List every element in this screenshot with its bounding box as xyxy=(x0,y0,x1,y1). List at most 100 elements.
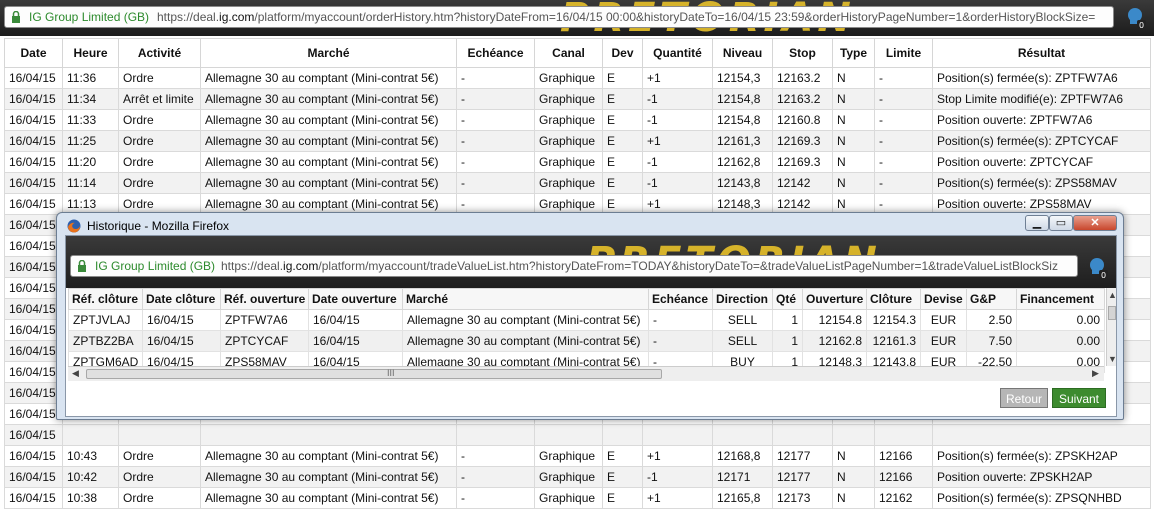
table-cell: E xyxy=(602,445,643,467)
scroll-grip: III xyxy=(387,368,395,378)
column-header[interactable]: Devise xyxy=(920,288,967,310)
table-cell: 16/04/15 xyxy=(4,214,63,236)
table-cell: N xyxy=(832,67,875,89)
column-header[interactable]: Réf. ouverture xyxy=(220,288,309,310)
table-row[interactable]: 16/04/15 11:25 Ordre Allemagne 30 au compta… xyxy=(4,130,1151,152)
column-header[interactable]: Direction xyxy=(712,288,773,310)
addon-badge: 0 xyxy=(1101,271,1106,280)
minimize-button[interactable]: ▁ xyxy=(1025,215,1049,231)
horizontal-scrollbar[interactable]: ◀ III ▶ xyxy=(68,366,1104,381)
table-row[interactable]: 16/04/15 11:36 Ordre Allemagne 30 au compta… xyxy=(4,67,1151,89)
table-cell: 1 xyxy=(772,309,803,331)
table-row[interactable]: 16/04/15 11:34 Arrêt et limite Allemagne 30… xyxy=(4,88,1151,110)
table-row[interactable]: 16/04/15 10:43 Ordre Allemagne 30 au compta… xyxy=(4,445,1151,467)
column-header[interactable]: Clôture xyxy=(866,288,921,310)
table-row[interactable]: 16/04/15 11:33 Ordre Allemagne 30 au compta… xyxy=(4,109,1151,131)
column-header[interactable]: Marché xyxy=(402,288,649,310)
table-cell: 12154,8 xyxy=(712,109,773,131)
table-cell: 12166 xyxy=(874,466,933,488)
column-header[interactable]: Echéance xyxy=(648,288,713,310)
column-header[interactable]: Activité xyxy=(118,38,201,68)
scroll-left-icon[interactable]: ◀ xyxy=(72,368,79,379)
maximize-button[interactable]: ▭ xyxy=(1049,215,1073,231)
column-header[interactable]: Date ouverture xyxy=(308,288,403,310)
table-cell: 1 xyxy=(772,330,803,352)
table-cell: -1 xyxy=(642,109,713,131)
column-header[interactable]: Résultat xyxy=(932,38,1151,68)
table-cell: - xyxy=(874,67,933,89)
table-row[interactable]: 16/04/15 11:20 Ordre Allemagne 30 au compta… xyxy=(4,151,1151,173)
column-header[interactable]: Heure xyxy=(62,38,119,68)
column-header[interactable]: Quantité xyxy=(642,38,713,68)
url-bar[interactable]: IG Group Limited (GB) https://deal.ig.co… xyxy=(4,6,1114,28)
table-cell: 16/04/15 xyxy=(308,330,403,352)
trade-history-table: Réf. clôture Date clôture Réf. ouverture Da… xyxy=(68,288,1105,373)
table-cell: Allemagne 30 au comptant (Mini-contrat 5… xyxy=(402,309,649,331)
close-button[interactable]: ✕ xyxy=(1073,215,1117,231)
table-cell: 16/04/15 xyxy=(4,88,63,110)
table-cell: Ordre xyxy=(118,109,201,131)
table-cell: N xyxy=(832,130,875,152)
addon-icon[interactable]: 0 xyxy=(1088,256,1108,280)
table-cell: SELL xyxy=(712,330,773,352)
table-cell: - xyxy=(456,172,535,194)
column-header[interactable]: Stop xyxy=(772,38,833,68)
table-cell: ZPTBZ2BA xyxy=(68,330,143,352)
scroll-down-icon[interactable]: ▼ xyxy=(1108,354,1116,364)
back-button[interactable]: Retour xyxy=(1000,388,1048,408)
scroll-thumb[interactable]: III xyxy=(86,368,662,379)
column-header[interactable]: G&P xyxy=(966,288,1017,310)
column-header[interactable]: Type xyxy=(832,38,875,68)
url-text[interactable]: https://deal.ig.com/platform/myaccount/o… xyxy=(157,10,1095,24)
table-cell: 16/04/15 xyxy=(4,151,63,173)
table-cell: E xyxy=(602,466,643,488)
table-cell xyxy=(712,424,773,446)
column-header[interactable]: Niveau xyxy=(712,38,773,68)
next-button[interactable]: Suivant xyxy=(1052,388,1106,408)
column-header[interactable]: Financement xyxy=(1016,288,1105,310)
table-row[interactable]: ZPTBZ2BA 16/04/15 ZPTCYCAF 16/04/15 Allemagn… xyxy=(68,330,1105,352)
table-cell: 16/04/15 xyxy=(142,330,221,352)
column-header[interactable]: Marché xyxy=(200,38,457,68)
site-identity[interactable]: IG Group Limited (GB) xyxy=(29,10,149,24)
column-header[interactable]: Echéance xyxy=(456,38,535,68)
table-cell: 7.50 xyxy=(966,330,1017,352)
scroll-right-icon[interactable]: ▶ xyxy=(1092,368,1099,379)
table-row[interactable]: ZPTJVLAJ 16/04/15 ZPTFW7A6 16/04/15 Allemagn… xyxy=(68,309,1105,331)
site-identity[interactable]: IG Group Limited (GB) xyxy=(95,259,215,273)
url-text[interactable]: https://deal.ig.com/platform/myaccount/t… xyxy=(221,259,1058,273)
table-cell: Ordre xyxy=(118,445,201,467)
column-header[interactable]: Date clôture xyxy=(142,288,221,310)
table-cell: 12166 xyxy=(874,445,933,467)
table-cell: - xyxy=(456,130,535,152)
popup-url-bar[interactable]: IG Group Limited (GB) https://deal.ig.co… xyxy=(70,255,1078,277)
table-cell: 11:14 xyxy=(62,172,119,194)
column-header[interactable]: Dev xyxy=(602,38,643,68)
table-cell: 12173 xyxy=(772,487,833,509)
table-cell: 12177 xyxy=(772,466,833,488)
popup-content: PRETORIAN IG Group Limited (GB) https://… xyxy=(65,235,1117,417)
table-cell: E xyxy=(602,109,643,131)
column-header[interactable]: Ouverture xyxy=(802,288,867,310)
table-cell: - xyxy=(874,109,933,131)
column-header[interactable]: Canal xyxy=(534,38,603,68)
table-cell: ZPTFW7A6 xyxy=(220,309,309,331)
table-cell: Stop Limite modifié(e): ZPTFW7A6 xyxy=(932,88,1151,110)
table-cell: - xyxy=(456,151,535,173)
table-cell: 12154.8 xyxy=(802,309,867,331)
column-header[interactable]: Limite xyxy=(874,38,933,68)
column-header[interactable]: Réf. clôture xyxy=(68,288,143,310)
table-row[interactable]: 16/04/15 10:42 Ordre Allemagne 30 au compta… xyxy=(4,466,1151,488)
table-row[interactable]: 16/04/15 10:38 Ordre Allemagne 30 au compta… xyxy=(4,487,1151,509)
table-row[interactable]: 16/04/15 xyxy=(4,424,1151,446)
table-cell: E xyxy=(602,487,643,509)
table-row[interactable]: 16/04/15 11:14 Ordre Allemagne 30 au compta… xyxy=(4,172,1151,194)
table-cell: 16/04/15 xyxy=(4,193,63,215)
scroll-thumb[interactable] xyxy=(1108,306,1116,320)
addon-icon[interactable]: 0 xyxy=(1126,6,1146,30)
column-header[interactable]: Qté xyxy=(772,288,803,310)
vertical-scrollbar[interactable]: ▲ ▼ xyxy=(1106,288,1116,366)
column-header[interactable]: Date xyxy=(4,38,63,68)
table-cell: 16/04/15 xyxy=(4,277,63,299)
scroll-up-icon[interactable]: ▲ xyxy=(1108,290,1116,300)
